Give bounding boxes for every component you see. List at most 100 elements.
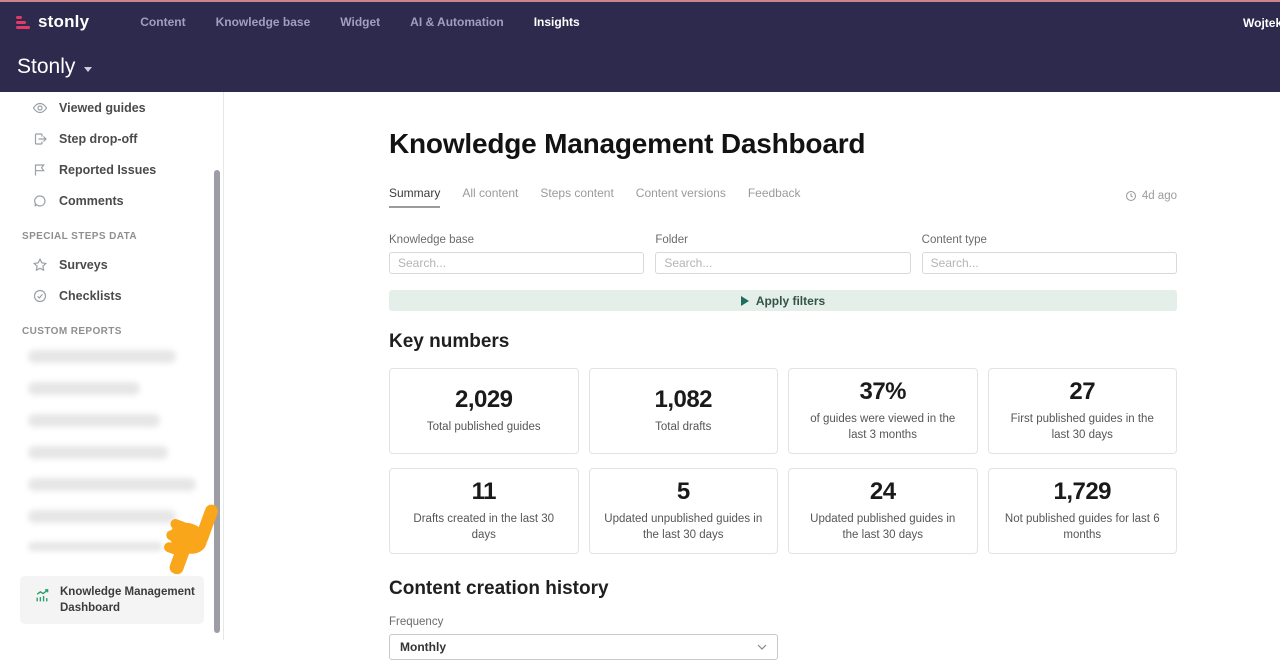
filter-label: Knowledge base bbox=[389, 234, 644, 246]
workspace-header: Stonly bbox=[0, 42, 1280, 92]
sidebar-item-knowledge-management-dashboard[interactable]: Knowledge ManagementDashboard bbox=[20, 576, 204, 624]
stat-label: Updated published guides in the last 30 … bbox=[802, 512, 964, 543]
sidebar-item-label: Reported Issues bbox=[59, 163, 156, 177]
tab-summary[interactable]: Summary bbox=[389, 186, 440, 208]
filter-knowledge-base: Knowledge base bbox=[389, 234, 644, 274]
sidebar-item-label: Comments bbox=[59, 194, 124, 208]
check-circle-icon bbox=[32, 288, 48, 304]
blurred-report-item[interactable] bbox=[28, 510, 176, 523]
blurred-report-item[interactable] bbox=[28, 382, 140, 395]
blurred-report-item[interactable] bbox=[28, 446, 168, 459]
last-updated: 4d ago bbox=[1125, 190, 1177, 208]
stat-card-drafts-created: 11 Drafts created in the last 30 days bbox=[389, 468, 579, 554]
user-menu[interactable]: Wojtek K bbox=[1243, 16, 1280, 30]
stat-value: 11 bbox=[472, 478, 496, 506]
stat-card-guides-viewed-pct: 37% of guides were viewed in the last 3 … bbox=[788, 368, 978, 454]
filter-content-type: Content type bbox=[922, 234, 1177, 274]
stat-value: 5 bbox=[677, 478, 690, 506]
stat-label: Updated unpublished guides in the last 3… bbox=[603, 512, 765, 543]
blurred-report-item[interactable] bbox=[28, 478, 196, 491]
sidebar-item-label: Knowledge ManagementDashboard bbox=[60, 584, 195, 616]
comment-icon bbox=[32, 193, 48, 209]
filter-label: Folder bbox=[655, 234, 910, 246]
frequency-field: Frequency Monthly bbox=[389, 616, 1177, 660]
sidebar-item-label: Checklists bbox=[59, 289, 122, 303]
filters-row: Knowledge base Folder Content type bbox=[389, 234, 1177, 274]
tab-feedback[interactable]: Feedback bbox=[748, 186, 801, 208]
blurred-report-item[interactable] bbox=[28, 542, 163, 551]
sidebar-item-step-drop-off[interactable]: Step drop-off bbox=[0, 123, 223, 154]
sidebar-item-label: Surveys bbox=[59, 258, 108, 272]
stat-value: 1,729 bbox=[1053, 478, 1111, 506]
stat-label: Not published guides for last 6 months bbox=[1002, 512, 1164, 543]
play-icon bbox=[741, 296, 749, 306]
blurred-report-item[interactable] bbox=[28, 350, 176, 363]
sidebar-item-reported-issues[interactable]: Reported Issues bbox=[0, 154, 223, 185]
content-type-search-input[interactable] bbox=[922, 252, 1177, 274]
stonly-logo-icon bbox=[16, 14, 32, 30]
sidebar-item-surveys[interactable]: Surveys bbox=[0, 249, 223, 280]
stat-value: 27 bbox=[1069, 378, 1095, 406]
flag-icon bbox=[32, 162, 48, 178]
stat-label: Total published guides bbox=[427, 420, 541, 436]
frequency-label: Frequency bbox=[389, 616, 1177, 628]
stat-value: 2,029 bbox=[455, 386, 513, 414]
ukraine-flag-icon bbox=[93, 11, 106, 20]
clock-icon bbox=[1125, 190, 1137, 202]
stat-value: 24 bbox=[870, 478, 896, 506]
tab-content-versions[interactable]: Content versions bbox=[636, 186, 726, 208]
stat-label: of guides were viewed in the last 3 mont… bbox=[802, 412, 964, 443]
page-title: Knowledge Management Dashboard bbox=[389, 128, 1177, 160]
last-updated-text: 4d ago bbox=[1142, 190, 1177, 202]
main-nav: Content Knowledge base Widget AI & Autom… bbox=[140, 15, 579, 29]
tab-steps-content[interactable]: Steps content bbox=[540, 186, 613, 208]
sidebar-item-checklists[interactable]: Checklists bbox=[0, 280, 223, 311]
sidebar-item-comments[interactable]: Comments bbox=[0, 185, 223, 216]
stat-value: 37% bbox=[859, 378, 906, 406]
top-navbar: stonly Content Knowledge base Widget AI … bbox=[0, 2, 1280, 42]
report-chart-icon bbox=[34, 587, 51, 604]
tab-all-content[interactable]: All content bbox=[462, 186, 518, 208]
page-body: Viewed guides Step drop-off Reported Iss… bbox=[0, 92, 1280, 640]
sidebar-scrollbar-thumb[interactable] bbox=[214, 170, 220, 633]
apply-filters-label: Apply filters bbox=[756, 294, 825, 308]
blurred-report-item[interactable] bbox=[28, 414, 160, 427]
nav-item-insights[interactable]: Insights bbox=[534, 15, 580, 29]
frequency-select[interactable]: Monthly bbox=[389, 634, 778, 660]
sidebar-section-special-steps-data: SPECIAL STEPS DATA bbox=[0, 231, 223, 242]
nav-item-widget[interactable]: Widget bbox=[340, 15, 380, 29]
custom-reports-list bbox=[0, 350, 223, 551]
nav-item-knowledge-base[interactable]: Knowledge base bbox=[216, 15, 311, 29]
sidebar-item-label: Step drop-off bbox=[59, 132, 137, 146]
insights-sidebar: Viewed guides Step drop-off Reported Iss… bbox=[0, 92, 224, 640]
filter-folder: Folder bbox=[655, 234, 910, 274]
nav-item-content[interactable]: Content bbox=[140, 15, 185, 29]
workspace-switcher[interactable]: Stonly bbox=[17, 55, 92, 79]
chevron-down-icon bbox=[757, 644, 767, 650]
chevron-down-icon bbox=[84, 67, 92, 72]
stat-card-updated-unpublished: 5 Updated unpublished guides in the last… bbox=[589, 468, 779, 554]
nav-item-ai-automation[interactable]: AI & Automation bbox=[410, 15, 504, 29]
folder-search-input[interactable] bbox=[655, 252, 910, 274]
stat-card-total-drafts: 1,082 Total drafts bbox=[589, 368, 779, 454]
sidebar-section-custom-reports: CUSTOM REPORTS bbox=[0, 326, 223, 337]
content-history-title: Content creation history bbox=[389, 578, 1177, 600]
dashboard-tabs: Summary All content Steps content Conten… bbox=[389, 186, 1177, 208]
knowledge-base-search-input[interactable] bbox=[389, 252, 644, 274]
stat-label: Total drafts bbox=[655, 420, 711, 436]
stat-card-total-published-guides: 2,029 Total published guides bbox=[389, 368, 579, 454]
key-numbers-grid: 2,029 Total published guides 1,082 Total… bbox=[389, 368, 1177, 554]
stat-card-not-published: 1,729 Not published guides for last 6 mo… bbox=[988, 468, 1178, 554]
apply-filters-button[interactable]: Apply filters bbox=[389, 290, 1177, 311]
brand-name: stonly bbox=[38, 10, 89, 34]
sidebar-item-viewed-guides[interactable]: Viewed guides bbox=[0, 92, 223, 123]
sidebar-item-label: Viewed guides bbox=[59, 101, 146, 115]
main-content: Knowledge Management Dashboard Summary A… bbox=[224, 92, 1280, 640]
stat-card-first-published: 27 First published guides in the last 30… bbox=[988, 368, 1178, 454]
star-icon bbox=[32, 257, 48, 273]
workspace-name: Stonly bbox=[17, 55, 75, 79]
stat-label: Drafts created in the last 30 days bbox=[403, 512, 565, 543]
step-out-icon bbox=[32, 131, 48, 147]
key-numbers-title: Key numbers bbox=[389, 331, 1177, 353]
stonly-logo[interactable]: stonly bbox=[16, 10, 106, 34]
